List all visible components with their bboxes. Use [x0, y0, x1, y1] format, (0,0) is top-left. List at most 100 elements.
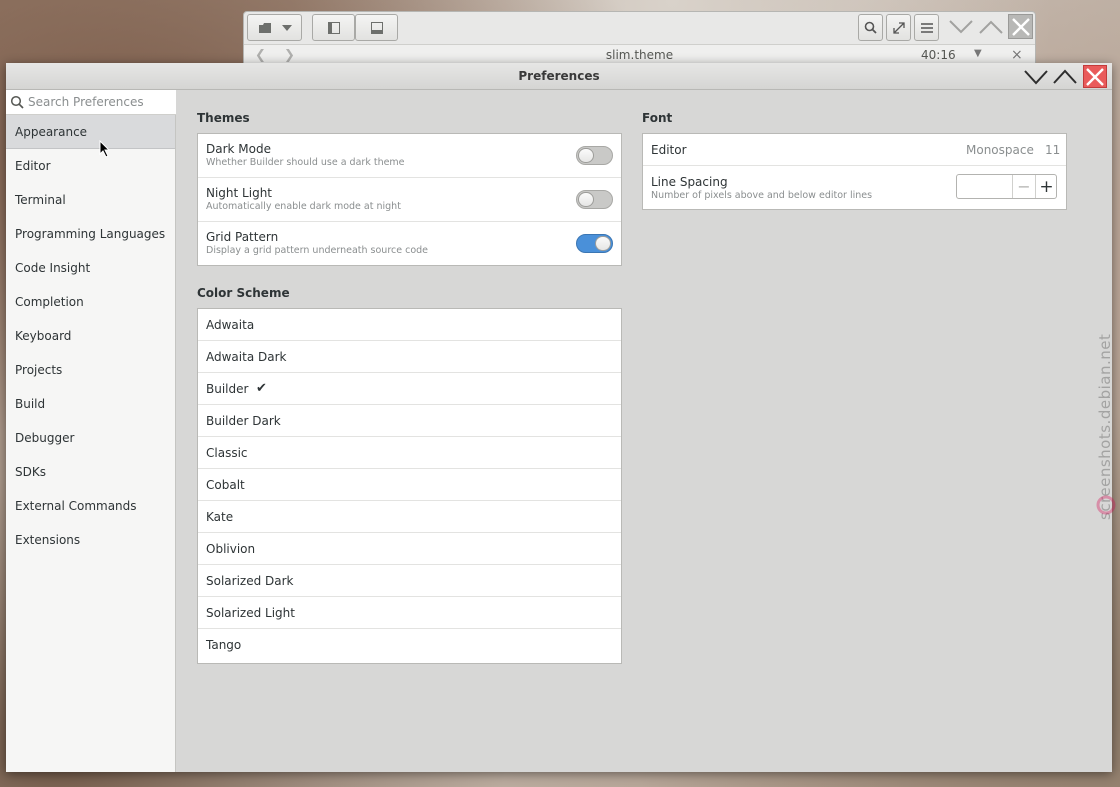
dialog-close-button[interactable] — [1083, 65, 1107, 88]
grid-pattern-label: Grid Pattern — [206, 230, 279, 244]
themes-card: Dark Mode Whether Builder should use a d… — [197, 133, 622, 266]
search-input[interactable] — [28, 95, 168, 109]
sidebar-item-build[interactable]: Build — [6, 387, 175, 421]
window-close-button[interactable] — [1008, 14, 1033, 39]
night-light-subtitle: Automatically enable dark mode at night — [206, 201, 401, 212]
minus-icon: − — [1017, 177, 1031, 196]
decrement-button[interactable]: − — [1012, 175, 1035, 198]
scheme-item-tango[interactable]: Tango — [198, 629, 621, 661]
search-box[interactable] — [6, 90, 176, 115]
editor-font-name: Monospace — [966, 143, 1034, 157]
scheme-label: Oblivion — [206, 542, 256, 556]
sidebar-item-code-insight[interactable]: Code Insight — [6, 251, 175, 285]
font-section-title: Font — [642, 111, 673, 125]
sidebar-item-debugger[interactable]: Debugger — [6, 421, 175, 455]
sidebar-item-appearance[interactable]: Appearance — [6, 115, 175, 149]
dialog-maximize-button[interactable] — [1053, 65, 1077, 88]
dark-mode-row[interactable]: Dark Mode Whether Builder should use a d… — [198, 134, 621, 178]
mouse-cursor-icon — [99, 140, 111, 158]
grid-pattern-switch[interactable] — [576, 234, 613, 253]
color-scheme-list: Adwaita Adwaita Dark Builder ✔ Builder Da… — [197, 308, 622, 664]
grid-pattern-subtitle: Display a grid pattern underneath source… — [206, 245, 429, 256]
dialog-minimize-button[interactable] — [1024, 65, 1048, 88]
increment-button[interactable]: + — [1035, 175, 1057, 198]
debian-swirl-icon — [1096, 495, 1116, 515]
line-spacing-subtitle: Number of pixels above and below editor … — [651, 190, 873, 201]
search-icon — [864, 21, 877, 34]
dropdown-arrow-icon — [281, 24, 292, 31]
line-spacing-spinbutton[interactable]: − + — [956, 174, 1057, 199]
scheme-item-classic[interactable]: Classic — [198, 437, 621, 469]
scheme-item-kate[interactable]: Kate — [198, 501, 621, 533]
editor-font-label: Editor — [651, 143, 687, 157]
left-panel-icon — [327, 21, 340, 34]
search-icon — [10, 95, 24, 109]
maximize-icon[interactable] — [979, 20, 1003, 34]
watermark: screenshots.debian.net — [1096, 333, 1114, 520]
scheme-item-oblivion[interactable]: Oblivion — [198, 533, 621, 565]
open-document-button[interactable] — [247, 14, 302, 41]
document-filename: slim.theme — [605, 48, 674, 62]
night-light-row[interactable]: Night Light Automatically enable dark mo… — [198, 178, 621, 222]
left-panel-toggle-button[interactable] — [312, 14, 355, 41]
scheme-item-builder[interactable]: Builder ✔ — [198, 373, 621, 405]
sidebar-item-external-commands[interactable]: External Commands — [6, 489, 175, 523]
scheme-item-adwaita[interactable]: Adwaita — [198, 309, 621, 341]
dark-mode-switch[interactable] — [576, 146, 613, 165]
scheme-item-solarized-light[interactable]: Solarized Light — [198, 597, 621, 629]
scheme-label: Builder — [206, 382, 249, 396]
night-light-label: Night Light — [206, 186, 272, 200]
document-icon — [258, 22, 271, 33]
sidebar-item-keyboard[interactable]: Keyboard — [6, 319, 175, 353]
scheme-label: Kate — [206, 510, 234, 524]
cursor-position: 40:16 — [921, 48, 956, 62]
sidebar-item-sdks[interactable]: SDKs — [6, 455, 175, 489]
sidebar-item-programming-languages[interactable]: Programming Languages — [6, 217, 175, 251]
themes-section-title: Themes — [197, 111, 250, 125]
scheme-item-adwaita-dark[interactable]: Adwaita Dark — [198, 341, 621, 373]
sidebar-item-projects[interactable]: Projects — [6, 353, 175, 387]
hamburger-menu-button[interactable] — [914, 14, 939, 41]
switch-knob — [578, 192, 594, 207]
minimize-icon[interactable] — [949, 20, 973, 34]
bottom-panel-icon — [370, 21, 383, 34]
editor-font-row[interactable]: Editor Monospace 11 — [643, 134, 1066, 166]
font-card: Editor Monospace 11 Line Spacing Number … — [642, 133, 1067, 210]
color-scheme-section-title: Color Scheme — [197, 286, 290, 300]
background-editor-window: ❮ ❯ slim.theme 40:16 ▼ × — [243, 11, 1036, 66]
fullscreen-button[interactable] — [886, 14, 911, 41]
scheme-label: Adwaita — [206, 318, 255, 332]
scheme-item-builder-dark[interactable]: Builder Dark — [198, 405, 621, 437]
sidebar-item-completion[interactable]: Completion — [6, 285, 175, 319]
bottom-panel-toggle-button[interactable] — [355, 14, 398, 41]
dialog-titlebar: Preferences — [6, 63, 1112, 90]
scheme-item-cobalt[interactable]: Cobalt — [198, 469, 621, 501]
editor-toolbar — [244, 12, 1035, 44]
checkmark-icon: ✔ — [256, 381, 267, 396]
document-menu-arrow-icon[interactable]: ▼ — [974, 48, 982, 59]
preferences-dialog: Preferences Appearance Editor Terminal P… — [6, 63, 1112, 772]
fullscreen-icon — [892, 21, 905, 34]
line-spacing-row: Line Spacing Number of pixels above and … — [643, 166, 1066, 210]
switch-knob — [595, 236, 611, 251]
scheme-item-solarized-dark[interactable]: Solarized Dark — [198, 565, 621, 597]
dark-mode-subtitle: Whether Builder should use a dark theme — [206, 157, 405, 168]
global-search-button[interactable] — [858, 14, 883, 41]
scheme-label: Adwaita Dark — [206, 350, 287, 364]
scheme-label: Builder Dark — [206, 414, 281, 428]
grid-pattern-row[interactable]: Grid Pattern Display a grid pattern unde… — [198, 222, 621, 266]
dark-mode-label: Dark Mode — [206, 142, 271, 156]
close-icon — [1086, 67, 1104, 86]
close-document-icon[interactable]: × — [1011, 47, 1023, 63]
sidebar-item-extensions[interactable]: Extensions — [6, 523, 175, 557]
line-spacing-label: Line Spacing — [651, 175, 728, 189]
preferences-sidebar: Appearance Editor Terminal Programming L… — [6, 90, 176, 772]
night-light-switch[interactable] — [576, 190, 613, 209]
sidebar-item-terminal[interactable]: Terminal — [6, 183, 175, 217]
dialog-title: Preferences — [518, 69, 600, 83]
minimize-icon — [1024, 69, 1048, 84]
close-icon — [1011, 17, 1030, 36]
sidebar-item-editor[interactable]: Editor — [6, 149, 175, 183]
hamburger-menu-icon — [920, 22, 933, 33]
scheme-label: Tango — [206, 638, 242, 652]
